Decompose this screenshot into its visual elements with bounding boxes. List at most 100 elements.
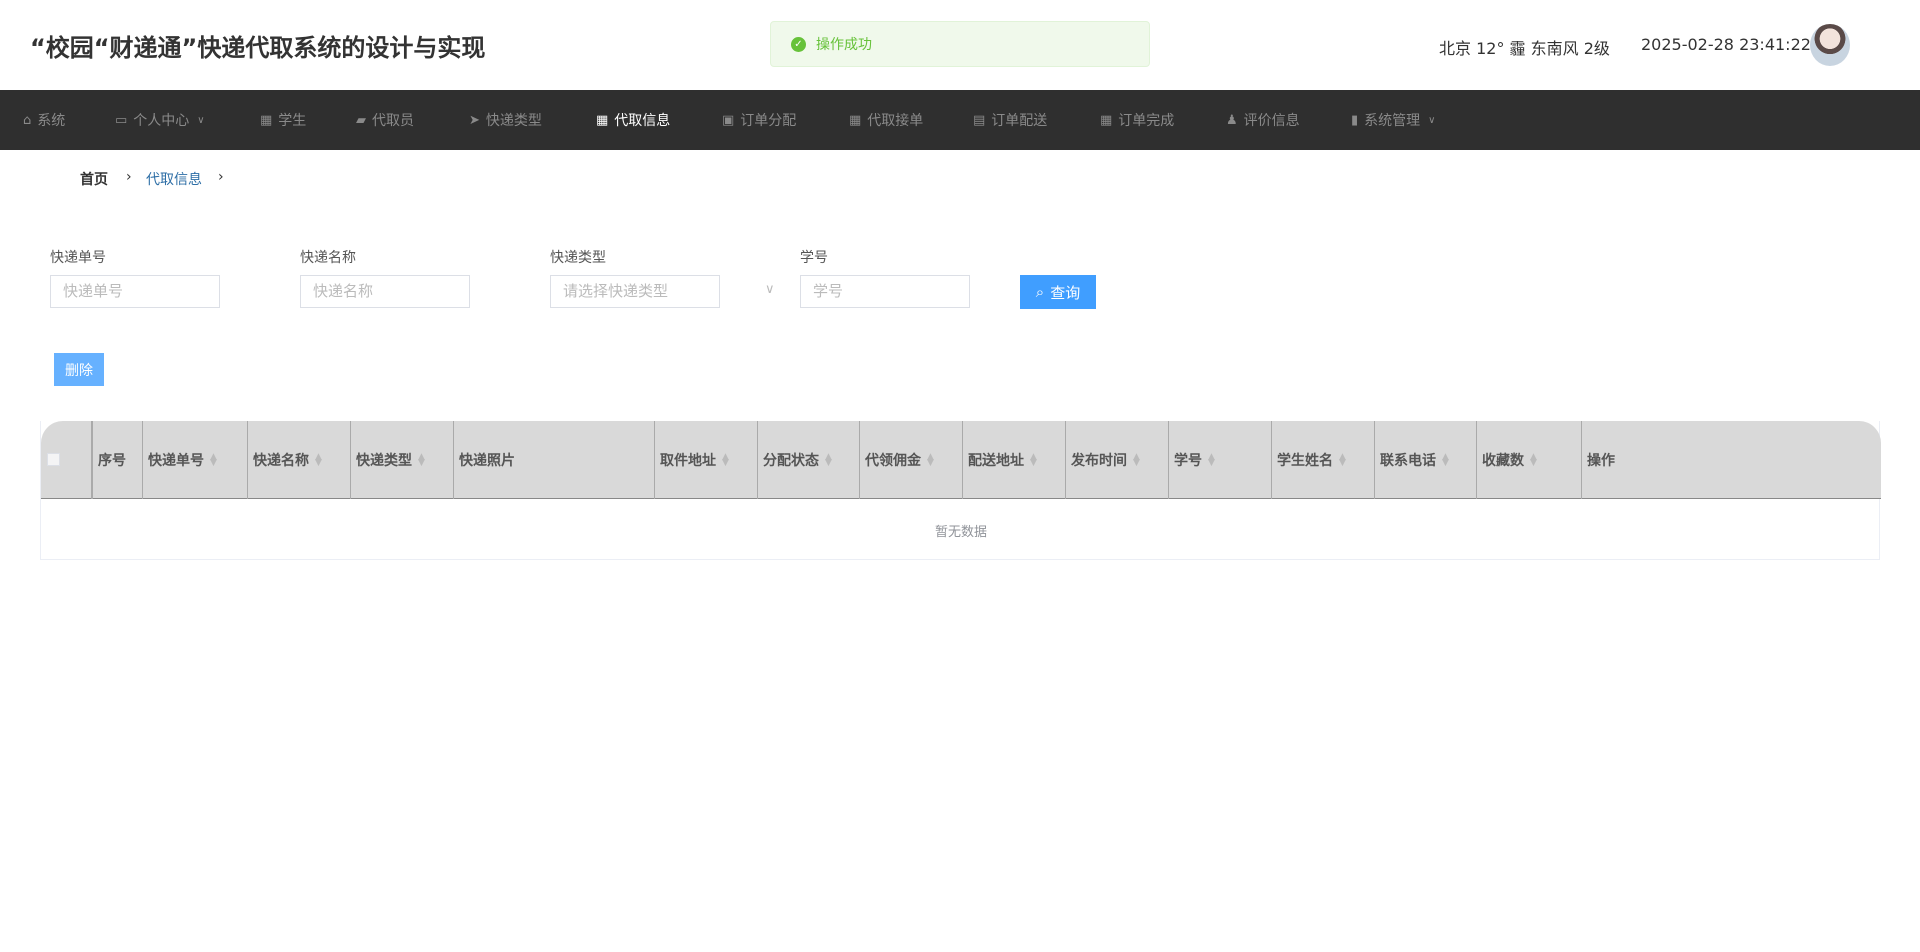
sort-icon[interactable]: ▲ ▼ <box>1133 453 1140 468</box>
sort-icon[interactable]: ▲ ▼ <box>210 453 217 468</box>
sort-icon[interactable]: ▲ ▼ <box>825 453 832 468</box>
nav-item-1[interactable]: ▭ 个人中心 ∨ <box>115 90 205 150</box>
column-header[interactable]: 收藏数 ▲ ▼ <box>1476 421 1581 499</box>
select-all-checkbox[interactable] <box>47 453 60 466</box>
clipboard-x-icon: ▣ <box>722 112 735 128</box>
filter-label: 学号 <box>800 250 828 266</box>
sort-icon[interactable]: ▲ ▼ <box>722 453 729 468</box>
app-title: “校园“财递通”快递代取系统的设计与实现 <box>30 34 486 62</box>
nav-item-7[interactable]: ▦ 代取接单 <box>849 90 923 150</box>
sort-icon[interactable]: ▲ ▼ <box>1442 453 1449 468</box>
column-header: 快递照片 <box>453 421 654 499</box>
weather-info: 北京 12° 霾 东南风 2级 <box>1439 39 1610 58</box>
column-label: 取件地址 <box>660 453 716 469</box>
empty-text: 暂无数据 <box>934 525 987 540</box>
nav-item-label: 订单完成 <box>1118 113 1175 129</box>
nav-item-2[interactable]: ▦ 学生 <box>260 90 306 150</box>
query-button[interactable]: ⌕ 查询 <box>1020 275 1096 309</box>
clipboard-icon: ▤ <box>973 112 986 128</box>
grid-icon: ▦ <box>849 112 862 128</box>
check-circle-icon: ✓ <box>791 36 806 52</box>
column-label: 快递照片 <box>459 453 515 469</box>
nav-item-5[interactable]: ▦ 代取信息 <box>596 90 670 150</box>
wallet-icon: ▰ <box>356 112 366 128</box>
chevron-down-icon[interactable]: ∨ <box>765 282 775 297</box>
bar-chart-icon: ▮ <box>1351 112 1359 128</box>
nav-item-label: 系统 <box>37 113 66 129</box>
top-nav: ⌂ 系统 ▭ 个人中心 ∨ ▦ 学生 ▰ 代取员 ➤ 快递类型 ▦ 代取信息 ▣ 订单分配 ▦ 代取接单 ▤ 订单配… <box>0 90 1920 150</box>
column-header[interactable]: 代领佣金 ▲ ▼ <box>859 421 962 499</box>
nav-item-label: 快递类型 <box>485 113 542 129</box>
breadcrumb-separator-icon: › <box>126 169 132 185</box>
nav-item-label: 代取接单 <box>867 113 924 129</box>
header: “校园“财递通”快递代取系统的设计与实现 ✓ 操作成功 北京 12° 霾 东南风… <box>0 0 1920 90</box>
table-header: 序号 快递单号 ▲ ▼ 快递名称 ▲ ▼ 快递类型 ▲ ▼ 快递照片 取件地址 ▲ ▼ 分配状态 ▲ ▼ 代领佣金… <box>41 421 1881 499</box>
column-header[interactable]: 学号 ▲ ▼ <box>1168 421 1271 499</box>
delete-button[interactable]: 删除 <box>54 353 104 386</box>
column-header[interactable]: 取件地址 ▲ ▼ <box>654 421 757 499</box>
column-label: 分配状态 <box>763 453 819 469</box>
filter-input-2[interactable]: 请选择快递类型 <box>550 275 720 308</box>
column-label: 快递单号 <box>148 453 204 469</box>
sort-icon[interactable]: ▲ ▼ <box>927 453 934 468</box>
breadcrumb-home[interactable]: 首页 <box>80 169 108 189</box>
avatar[interactable] <box>1810 24 1850 66</box>
sort-icon[interactable]: ▲ ▼ <box>1030 453 1037 468</box>
id-card-icon: ▭ <box>115 112 128 128</box>
column-label: 序号 <box>98 453 126 469</box>
breadcrumb-current: 代取信息 <box>146 172 202 188</box>
sort-icon[interactable]: ▲ ▼ <box>1530 453 1537 468</box>
filter-label: 快递单号 <box>50 250 106 266</box>
user-icon: ♟ <box>1226 112 1238 128</box>
column-label: 学号 <box>1174 453 1202 469</box>
column-label: 快递名称 <box>253 453 309 469</box>
filter-input-1[interactable]: 快递名称 <box>300 275 470 308</box>
column-header[interactable]: 发布时间 ▲ ▼ <box>1065 421 1168 499</box>
filter-label: 快递类型 <box>550 250 606 266</box>
datetime: 2025-02-28 23:41:22 <box>1641 35 1811 54</box>
query-label: 查询 <box>1050 284 1081 302</box>
nav-item-4[interactable]: ➤ 快递类型 <box>469 90 542 150</box>
data-table: 序号 快递单号 ▲ ▼ 快递名称 ▲ ▼ 快递类型 ▲ ▼ 快递照片 取件地址 ▲ ▼ 分配状态 ▲ ▼ 代领佣金… <box>40 421 1881 560</box>
column-header: 操作 <box>1581 421 1881 499</box>
sort-icon[interactable]: ▲ ▼ <box>1208 453 1215 468</box>
success-toast: ✓ 操作成功 <box>770 21 1150 67</box>
nav-item-6[interactable]: ▣ 订单分配 <box>722 90 796 150</box>
filter-input-3[interactable]: 学号 <box>800 275 970 308</box>
toast-message: 操作成功 <box>816 37 872 53</box>
column-header[interactable]: 分配状态 ▲ ▼ <box>757 421 859 499</box>
column-label: 发布时间 <box>1071 453 1127 469</box>
column-label: 学生姓名 <box>1277 453 1333 469</box>
nav-item-8[interactable]: ▤ 订单配送 <box>973 90 1047 150</box>
sort-icon[interactable]: ▲ ▼ <box>315 453 322 468</box>
column-header[interactable]: 配送地址 ▲ ▼ <box>962 421 1065 499</box>
column-header: 序号 <box>92 421 142 499</box>
nav-item-label: 代取信息 <box>614 113 671 129</box>
filter-label: 快递名称 <box>300 250 356 266</box>
column-header[interactable]: 快递类型 ▲ ▼ <box>350 421 453 499</box>
nav-item-label: 评价信息 <box>1243 113 1300 129</box>
column-label: 操作 <box>1587 453 1615 469</box>
nav-item-10[interactable]: ♟ 评价信息 <box>1226 90 1300 150</box>
home-icon: ⌂ <box>23 112 32 128</box>
column-label: 代领佣金 <box>865 453 921 469</box>
nav-item-label: 代取员 <box>372 113 414 129</box>
column-header[interactable]: 学生姓名 ▲ ▼ <box>1271 421 1374 499</box>
filter-input-0[interactable]: 快递单号 <box>50 275 220 308</box>
nav-item-9[interactable]: ▦ 订单完成 <box>1100 90 1174 150</box>
sort-icon[interactable]: ▲ ▼ <box>418 453 425 468</box>
nav-item-3[interactable]: ▰ 代取员 <box>356 90 414 150</box>
nav-item-label: 系统管理 <box>1364 113 1421 129</box>
nav-item-label: 订单分配 <box>740 113 797 129</box>
chevron-down-icon: ∨ <box>197 114 205 126</box>
nav-item-11[interactable]: ▮ 系统管理 ∨ <box>1351 90 1435 150</box>
column-header[interactable]: 快递名称 ▲ ▼ <box>247 421 350 499</box>
column-header[interactable]: 快递单号 ▲ ▼ <box>142 421 247 499</box>
sort-icon[interactable]: ▲ ▼ <box>1339 453 1346 468</box>
grid-icon: ▦ <box>596 112 609 128</box>
column-header[interactable]: 联系电话 ▲ ▼ <box>1374 421 1476 499</box>
nav-item-label: 订单配送 <box>991 113 1048 129</box>
column-label: 配送地址 <box>968 453 1024 469</box>
nav-item-label: 学生 <box>278 113 307 129</box>
nav-item-0[interactable]: ⌂ 系统 <box>23 90 65 150</box>
